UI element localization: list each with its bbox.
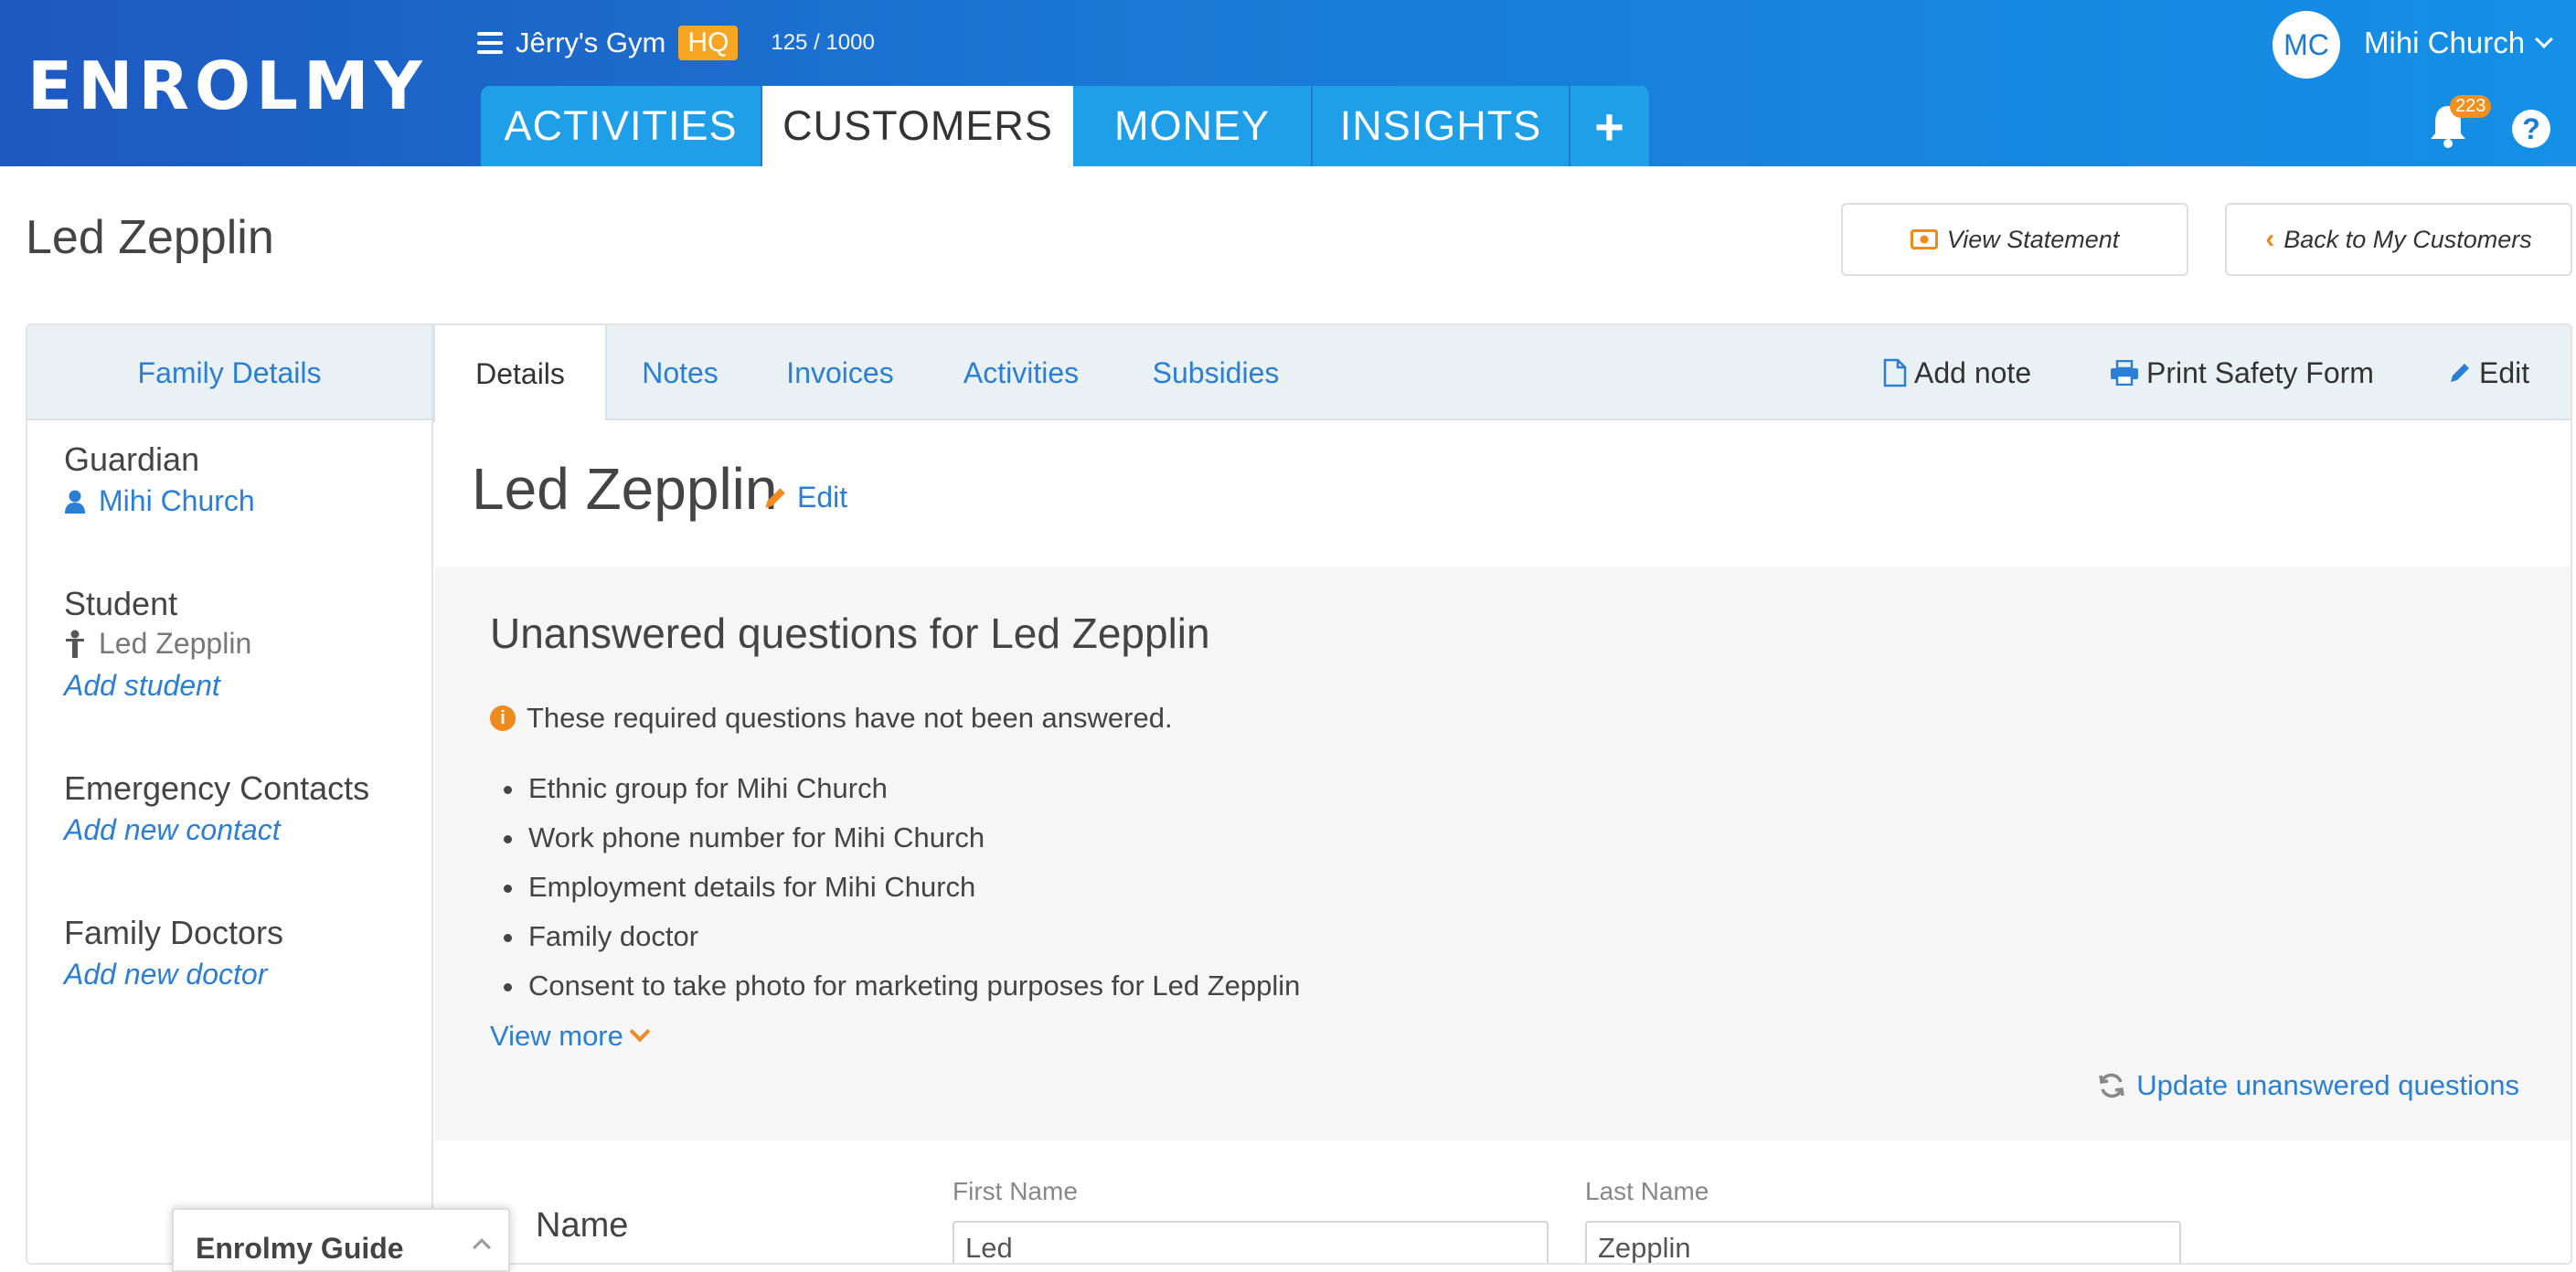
list-item: Employment details for Mihi Church <box>527 863 1300 912</box>
tab-notes[interactable]: Notes <box>607 325 753 420</box>
refresh-icon <box>2099 1073 2124 1098</box>
tab-family-details[interactable]: Family Details <box>27 325 433 420</box>
view-more-link[interactable]: View more <box>490 1020 651 1053</box>
user-avatar[interactable]: MC <box>2273 11 2340 79</box>
add-note-label: Add note <box>1914 355 2032 389</box>
tab-invoices[interactable]: Invoices <box>753 325 927 420</box>
hq-badge: HQ <box>678 26 739 60</box>
list-item: Work phone number for Mihi Church <box>527 813 1300 863</box>
tab-row: Family Details Details Notes Invoices Ac… <box>27 325 2571 422</box>
user-name: Mihi Church <box>2364 26 2526 59</box>
child-icon <box>66 630 84 658</box>
edit-button[interactable]: Edit <box>2448 325 2529 420</box>
user-icon <box>65 490 85 514</box>
hamburger-menu-icon[interactable] <box>477 32 503 54</box>
add-note-button[interactable]: Add note <box>1883 325 2031 420</box>
update-unanswered-questions-link[interactable]: Update unanswered questions <box>2098 1069 2519 1102</box>
guardian-name: Mihi Church <box>99 484 255 517</box>
money-icon <box>1910 229 1938 249</box>
unanswered-questions-note: i These required questions have not been… <box>490 702 1173 735</box>
chevron-down-icon <box>2535 30 2553 48</box>
chevron-up-icon[interactable] <box>473 1238 491 1256</box>
page-title: Led Zepplin <box>26 211 274 264</box>
guide-title: Enrolmy Guide <box>196 1232 404 1265</box>
tab-subsidies[interactable]: Subsidies <box>1115 325 1316 420</box>
list-item: Family doctor <box>527 912 1300 961</box>
print-safety-form-button[interactable]: Print Safety Form <box>2110 325 2374 420</box>
emergency-contacts-heading: Emergency Contacts <box>64 769 370 807</box>
add-new-plus-button[interactable]: + <box>1570 86 1651 166</box>
add-student-link[interactable]: Add student <box>64 669 220 703</box>
chevron-down-icon <box>629 1021 651 1043</box>
nav-tab-customers[interactable]: CUSTOMERS <box>762 86 1073 166</box>
view-more-label: View more <box>490 1020 623 1052</box>
chevron-left-icon: ‹ <box>2265 224 2275 254</box>
back-to-customers-label: Back to My Customers <box>2283 225 2532 253</box>
student-heading: Student <box>64 585 178 622</box>
unanswered-questions-box: Unanswered questions for Led Zepplin i T… <box>435 567 2571 1140</box>
printer-icon <box>2111 360 2138 386</box>
family-sidebar: Guardian Mihi Church Student Led Zepplin… <box>27 420 433 1263</box>
update-questions-label: Update unanswered questions <box>2136 1069 2519 1101</box>
nav-tab-activities[interactable]: ACTIVITIES <box>481 86 762 166</box>
edit-name-label: Edit <box>797 481 848 514</box>
customer-count: 125 / 1000 <box>771 30 875 55</box>
notification-count-badge: 223 <box>2450 95 2492 118</box>
last-name-label: Last Name <box>1585 1177 1709 1205</box>
enrolmy-guide-widget[interactable]: Enrolmy Guide <box>172 1208 510 1272</box>
guardian-heading: Guardian <box>64 440 200 478</box>
top-navigation-bar: ENROLMY Jêrry's Gym HQ 125 / 1000 ACTIVI… <box>0 0 2576 166</box>
first-name-label: First Name <box>953 1177 1078 1205</box>
organisation-switcher[interactable]: Jêrry's Gym HQ 125 / 1000 <box>477 26 875 60</box>
family-doctors-heading: Family Doctors <box>64 914 284 951</box>
print-safety-form-label: Print Safety Form <box>2146 355 2374 389</box>
pencil-icon <box>2451 364 2469 382</box>
view-statement-button[interactable]: View Statement <box>1841 203 2188 276</box>
info-icon: i <box>490 705 516 731</box>
enrolmy-logo[interactable]: ENROLMY <box>27 48 428 124</box>
student-entry[interactable]: Led Zepplin <box>64 627 251 661</box>
main-nav: ACTIVITIES CUSTOMERS MONEY INSIGHTS + <box>481 86 1651 166</box>
add-new-doctor-link[interactable]: Add new doctor <box>64 958 267 991</box>
list-item: Ethnic group for Mihi Church <box>527 764 1300 813</box>
add-new-contact-link[interactable]: Add new contact <box>64 813 281 847</box>
help-icon[interactable]: ? <box>2512 110 2550 148</box>
unanswered-questions-title: Unanswered questions for Led Zepplin <box>490 610 1210 657</box>
tab-details[interactable]: Details <box>433 325 607 422</box>
organisation-name: Jêrry's Gym <box>516 26 666 58</box>
user-menu[interactable]: Mihi Church <box>2364 26 2553 60</box>
unanswered-questions-list: Ethnic group for Mihi Church Work phone … <box>527 764 1300 1011</box>
unanswered-note-text: These required questions have not been a… <box>527 702 1173 734</box>
name-section-label: Name <box>536 1206 629 1245</box>
nav-tab-money[interactable]: MONEY <box>1073 86 1313 166</box>
nav-tab-insights[interactable]: INSIGHTS <box>1313 86 1570 166</box>
first-name-field[interactable] <box>953 1221 1549 1263</box>
customer-panel: Family Details Details Notes Invoices Ac… <box>26 323 2572 1265</box>
edit-name-link[interactable]: Edit <box>762 481 847 514</box>
last-name-field[interactable] <box>1585 1221 2181 1263</box>
back-to-customers-button[interactable]: ‹ Back to My Customers <box>2225 203 2572 276</box>
student-name: Led Zepplin <box>99 627 252 660</box>
tab-activities[interactable]: Activities <box>927 325 1115 420</box>
guardian-link[interactable]: Mihi Church <box>64 484 255 518</box>
view-statement-label: View Statement <box>1946 225 2120 253</box>
pencil-icon <box>765 487 785 508</box>
list-item: Consent to take photo for marketing purp… <box>527 961 1300 1011</box>
edit-label: Edit <box>2479 355 2530 389</box>
details-content: Led Zepplin Edit Unanswered questions fo… <box>435 420 2571 1263</box>
customer-name-heading: Led Zepplin <box>472 456 778 522</box>
document-icon <box>1883 358 1907 387</box>
